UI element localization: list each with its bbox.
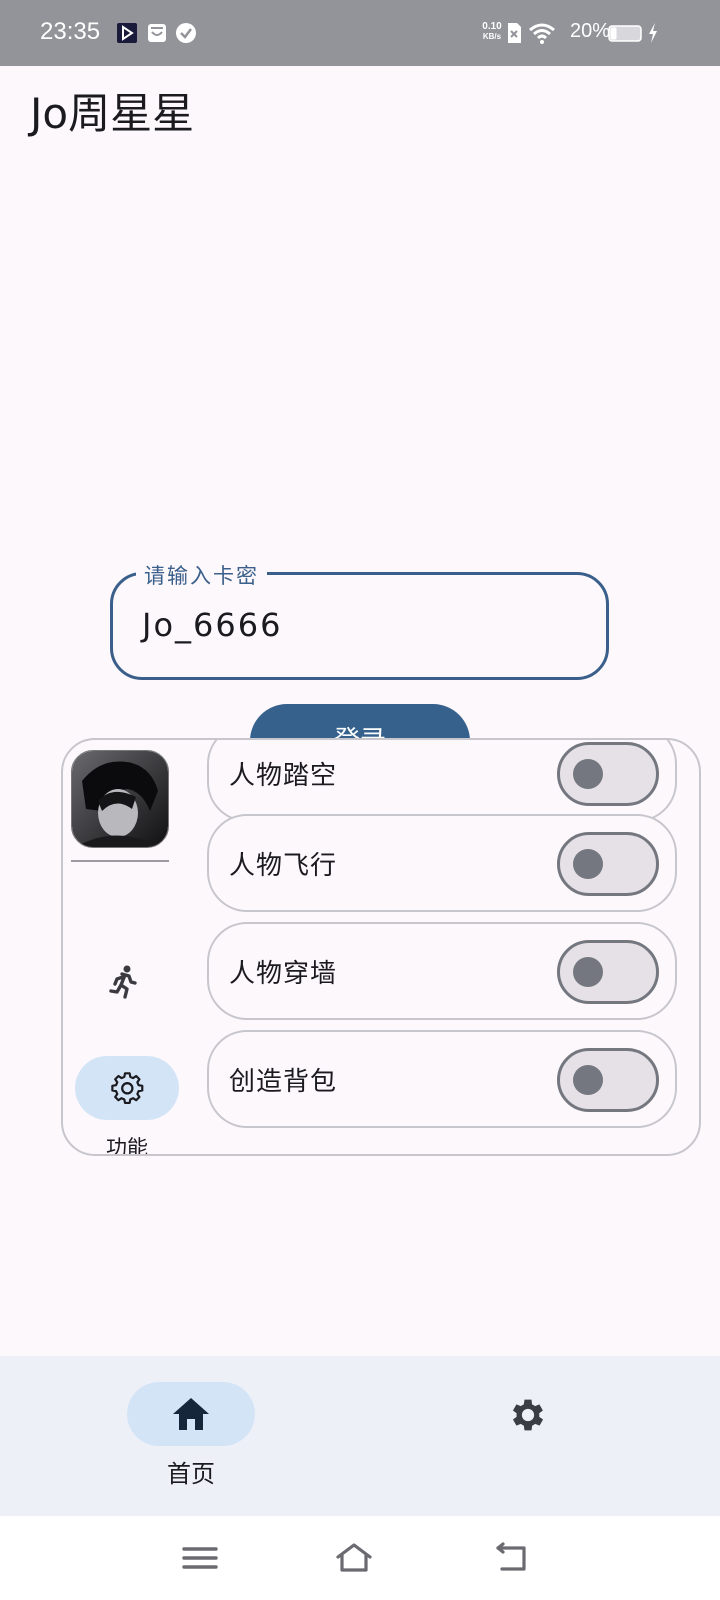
feature-toggle-noclip[interactable] [557,940,659,1004]
feature-row-noclip: 人物穿墙 [207,922,677,1020]
check-circle-icon [176,23,196,43]
sim-x-icon [508,23,521,43]
battery-percent: 20% [570,20,611,42]
charging-icon [649,23,657,43]
nav-item-home-label: 首页 [167,1460,215,1488]
feature-label: 创造背包 [229,1067,338,1097]
nav-settings-gear-icon[interactable] [507,1394,549,1436]
card-key-label: 请输入卡密 [136,560,267,590]
function-tab-label: 功能 [106,1136,148,1156]
avatar[interactable] [71,750,169,848]
home-icon [173,1398,209,1430]
feature-row-creative-inventory: 创造背包 [207,1030,677,1128]
home-outline-icon[interactable] [334,1542,374,1574]
run-icon[interactable] [107,964,139,1000]
floating-menu-panel: 功能 人物踏空 人物飞行 人物穿墙 创造背包 [61,738,701,1156]
app-title: Jo周星星 [30,89,195,138]
feature-toggle-walk-on-air[interactable] [557,742,659,806]
feature-toggle-fly[interactable] [557,832,659,896]
menu-icon[interactable] [180,1542,220,1574]
feature-label: 人物飞行 [229,851,338,881]
feature-row-walk-on-air: 人物踏空 [207,740,677,822]
status-bar: 23:35 0.10 KB/s 20% [0,0,720,66]
status-time: 23:35 [40,18,101,45]
battery-icon [608,25,642,42]
system-navigation-bar [0,1516,720,1600]
toggle-knob [573,957,603,987]
feature-label: 人物穿墙 [229,959,338,989]
toggle-knob [573,849,603,879]
gear-icon [111,1072,144,1105]
avatar-image [72,751,168,847]
toggle-knob [573,1065,603,1095]
bottom-navigation: 首页 [0,1356,720,1516]
avatar-divider [71,860,169,862]
feature-label: 人物踏空 [229,761,338,791]
store-icon [148,24,166,42]
toggle-knob [573,759,603,789]
feature-row-fly: 人物飞行 [207,814,677,912]
wifi-icon [529,23,555,44]
media-icon [117,23,137,43]
feature-toggle-creative-inventory[interactable] [557,1048,659,1112]
back-icon[interactable] [492,1542,532,1574]
card-key-value[interactable]: Jo_6666 [142,606,282,644]
